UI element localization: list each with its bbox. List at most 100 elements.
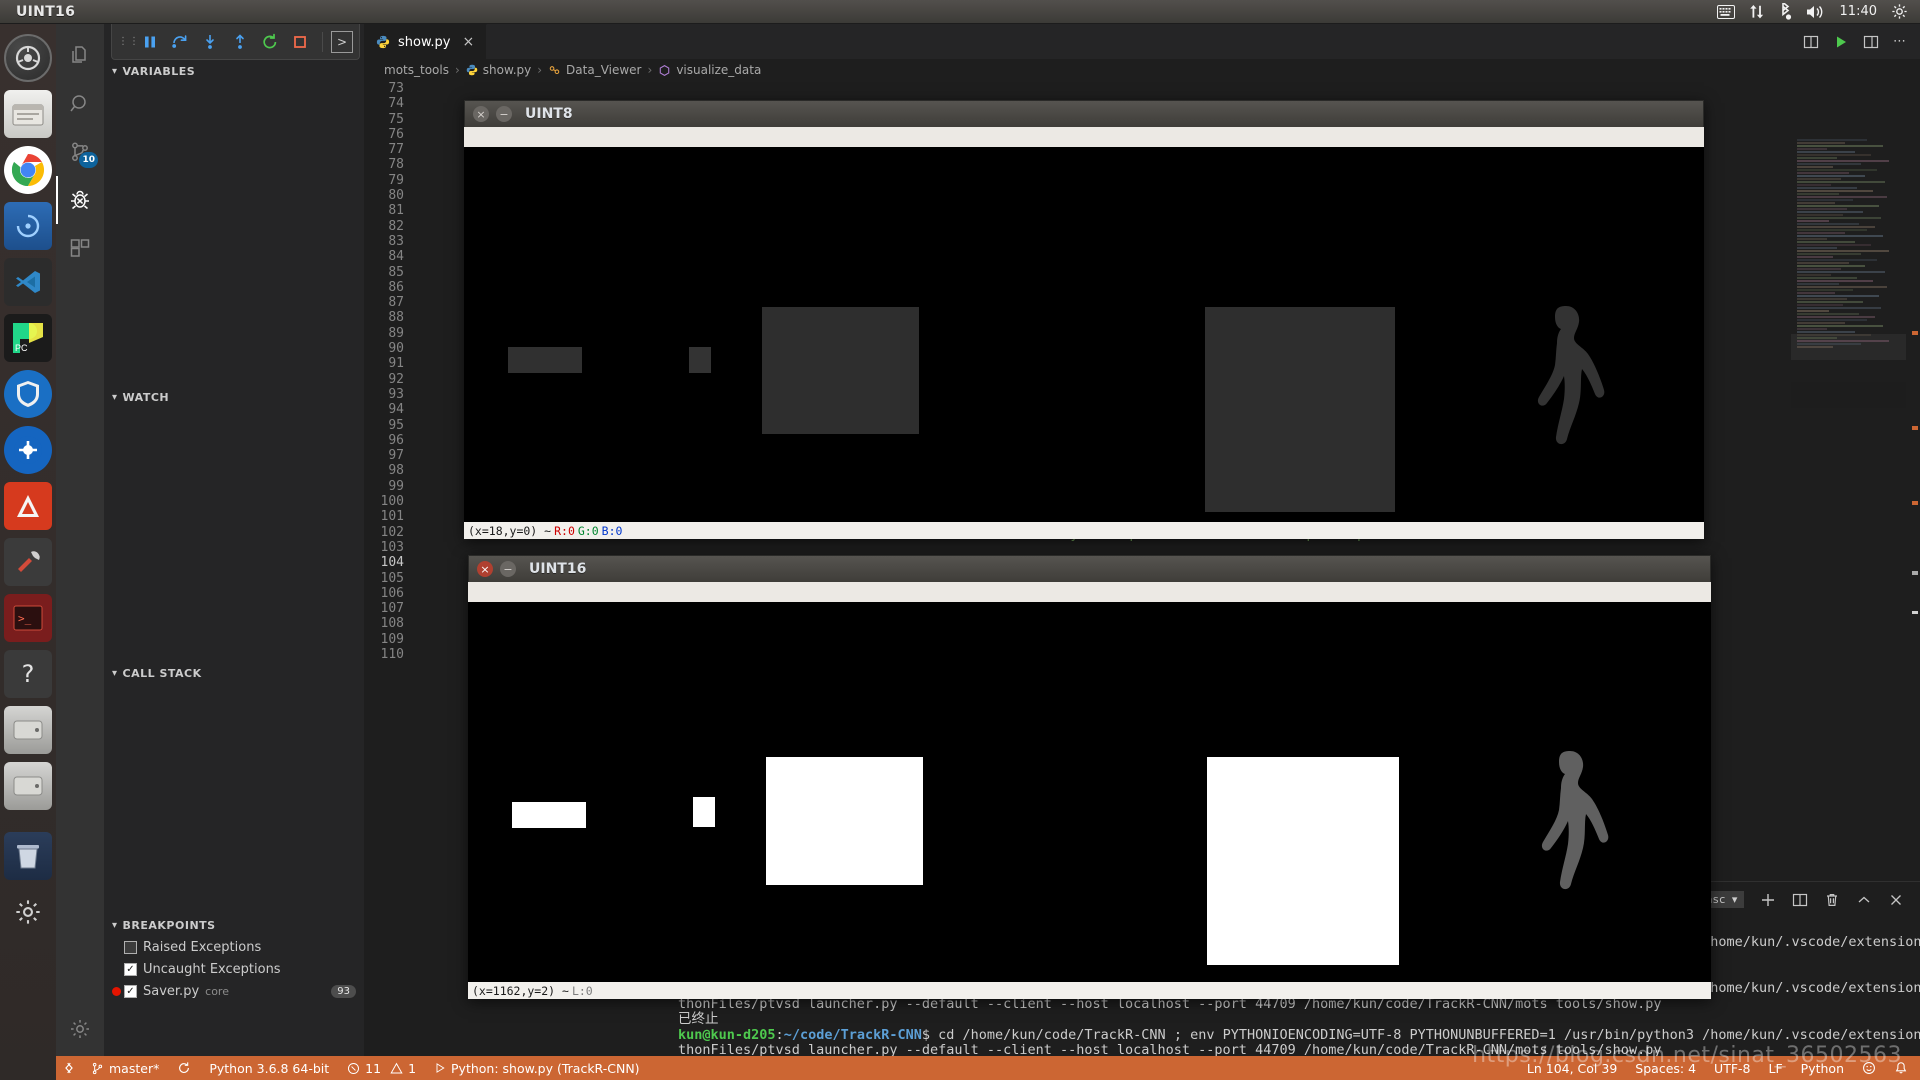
launcher-help[interactable]: ? [4,650,52,698]
remote-indicator[interactable] [56,1056,82,1080]
launcher-pycharm[interactable]: PC [4,314,52,362]
launcher-dash-home[interactable] [4,34,52,82]
line-number: 75 [364,112,426,127]
minimap-line [1797,166,1833,168]
cursor-position[interactable]: Ln 104, Col 39 [1518,1056,1626,1080]
overview-ruler-mark [1912,571,1918,575]
launcher-files[interactable] [4,90,52,138]
launcher-vscode[interactable] [4,258,52,306]
launcher-blue-app[interactable] [4,426,52,474]
section-header-call-stack[interactable]: ▾ CALL STACK [104,662,364,684]
minimap-line [1797,163,1861,165]
minimap-line [1797,244,1871,246]
uint8-titlebar[interactable]: × − UINT8 [464,100,1704,127]
restart-button[interactable] [256,28,284,56]
launcher-settings[interactable] [4,888,52,936]
stop-button[interactable] [286,28,314,56]
uint8-window[interactable]: × − UINT8 (x=18,y=0) ~ R:0 G:0 B:0 [464,100,1704,539]
breakpoint-checkbox[interactable]: ✓ [124,963,137,976]
bluetooth-icon[interactable] [1779,3,1792,20]
close-icon[interactable]: × [477,561,493,577]
breakpoint-row[interactable]: ✓ Uncaught Exceptions [104,958,364,980]
kill-terminal-icon[interactable] [1824,892,1840,908]
step-over-button[interactable] [166,28,194,56]
breadcrumb-item-method[interactable]: visualize_data [658,63,761,77]
launcher-disk-1[interactable] [4,706,52,754]
tab-show-py[interactable]: show.py × [364,24,487,59]
eol[interactable]: LF [1760,1056,1792,1080]
minimap-line [1797,220,1829,222]
split-editor-icon[interactable] [1803,34,1819,50]
debug-session[interactable]: Python: show.py (TrackR-CNN) [425,1056,649,1080]
network-icon[interactable] [1749,4,1765,20]
minimize-icon[interactable]: − [500,561,516,577]
sidebar-item-run-debug[interactable] [56,176,104,224]
debug-console-button[interactable]: > [331,31,353,53]
language-mode[interactable]: Python [1792,1056,1853,1080]
more-actions-icon[interactable]: ⋯ [1893,34,1906,49]
minimap-line [1797,169,1877,171]
close-panel-icon[interactable] [1888,892,1904,908]
minimap-line [1797,235,1883,237]
git-branch[interactable]: master* [82,1056,168,1080]
sidebar-item-search[interactable] [56,80,104,128]
launcher-chrome[interactable] [4,146,52,194]
breakpoint-row[interactable]: ✓ Saver.py core 93 [104,980,364,1002]
sync-changes[interactable] [168,1056,200,1080]
gear-icon[interactable] [1891,3,1908,20]
feedback-smiley[interactable] [1853,1056,1885,1080]
launcher-anaconda[interactable] [4,482,52,530]
section-header-variables[interactable]: ▾ VARIABLES [104,60,364,82]
breadcrumb-item-file[interactable]: show.py [466,63,531,77]
new-terminal-icon[interactable] [1760,892,1776,908]
close-icon[interactable]: × [473,106,489,122]
launcher-red-app[interactable]: >_ [4,594,52,642]
launcher-trash[interactable] [4,832,52,880]
launcher-tools-app[interactable] [4,538,52,586]
launcher-disk-2[interactable] [4,762,52,810]
uint16-image-canvas[interactable] [468,602,1711,982]
uint8-image-canvas[interactable] [464,147,1704,522]
section-title: WATCH [123,391,170,404]
step-out-button[interactable] [226,28,254,56]
collapse-panel-icon[interactable] [1856,892,1872,908]
split-terminal-icon[interactable] [1792,892,1808,908]
launcher-shield-app[interactable] [4,370,52,418]
sidebar-item-source-control[interactable]: 10 [56,128,104,176]
section-header-watch[interactable]: ▾ WATCH [104,386,364,408]
clock[interactable]: 11:40 [1840,4,1877,19]
sidebar-item-explorer[interactable] [56,32,104,80]
keyboard-indicator-icon[interactable] [1717,5,1735,19]
minimap-line [1797,139,1867,141]
minimap[interactable] [1791,138,1906,408]
run-python-file-icon[interactable] [1833,34,1849,50]
uint16-titlebar[interactable]: × − UINT16 [468,555,1711,582]
open-preview-icon[interactable] [1863,34,1879,50]
problems-count[interactable]: 11 1 [338,1056,425,1080]
drag-handle-icon[interactable]: ⋮⋮ [118,36,134,47]
launcher-gitkraken[interactable] [4,202,52,250]
uint16-window[interactable]: × − UINT16 (x=1162,y=2) ~ L:0 [468,555,1711,999]
indentation[interactable]: Spaces: 4 [1626,1056,1705,1080]
breadcrumb-item-class[interactable]: Data_Viewer [548,63,641,77]
breadcrumb-label: visualize_data [676,63,761,77]
pause-button[interactable] [136,28,164,56]
manage-gear-icon[interactable] [56,1008,104,1056]
breakpoint-checkbox[interactable]: ✓ [124,985,137,998]
breakpoint-checkbox[interactable] [124,941,137,954]
breadcrumb-item-folder[interactable]: mots_tools [384,63,449,77]
step-into-button[interactable] [196,28,224,56]
volume-icon[interactable] [1806,4,1826,20]
close-icon[interactable]: × [462,34,474,50]
breakpoint-row[interactable]: Raised Exceptions [104,936,364,958]
section-header-breakpoints[interactable]: ▾ BREAKPOINTS [104,914,364,936]
encoding[interactable]: UTF-8 [1705,1056,1759,1080]
minimize-icon[interactable]: − [496,106,512,122]
python-interpreter[interactable]: Python 3.6.8 64-bit [200,1056,338,1080]
sidebar-item-extensions[interactable] [56,224,104,272]
breakpoint-dot-icon [112,987,121,996]
notifications[interactable] [1885,1056,1920,1080]
minimap-line [1797,256,1833,258]
minimap-line [1797,301,1863,303]
sync-icon [177,1061,191,1075]
